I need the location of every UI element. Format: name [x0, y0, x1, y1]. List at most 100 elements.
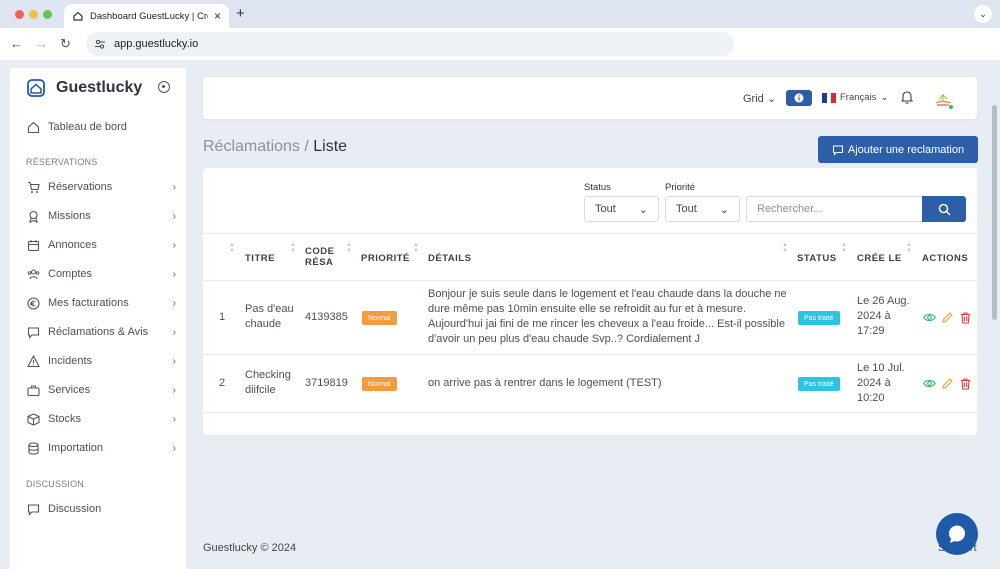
breadcrumb-parent[interactable]: Réclamations / [203, 138, 309, 155]
sidebar-item-incidents[interactable]: Incidents › [26, 350, 176, 372]
info-icon [794, 93, 804, 103]
row-titre-line2: diifcile [245, 384, 276, 396]
window-minimize-dot[interactable] [29, 10, 38, 19]
address-bar: ← → ↻ app.guestlucky.io [0, 28, 1000, 60]
home-icon [26, 120, 40, 134]
search-input[interactable] [746, 196, 923, 222]
sort-icon[interactable]: ▲ ▼ [841, 242, 849, 254]
sidebar-item-comptes[interactable]: Comptes › [26, 263, 176, 285]
tab-list-icon[interactable]: ⌄ [974, 5, 992, 23]
layout-dropdown[interactable]: Grid ⌄ [743, 92, 776, 105]
row-date-line2: 2024 à [857, 377, 891, 389]
row-cree-le: Le 10 Jul. 2024 à 10:20 [857, 361, 905, 406]
row-details-line1: Bonjour je suis seule dans le logement e… [428, 288, 787, 300]
page-title: Liste [313, 138, 348, 155]
chevron-right-icon: › [172, 384, 176, 396]
edit-icon[interactable] [941, 377, 954, 393]
section-reservations: RÉSERVATIONS [26, 157, 98, 167]
sidebar-item-dashboard[interactable]: Tableau de bord [26, 116, 176, 138]
sidebar-item-annonces[interactable]: Annonces › [26, 234, 176, 256]
tab-close-icon[interactable]: × [214, 9, 221, 23]
url-field[interactable]: app.guestlucky.io [86, 32, 734, 56]
row-details-line2: dure même pas 10min ensuite elle se refr… [428, 303, 746, 315]
chevron-right-icon: › [172, 181, 176, 193]
eye-icon[interactable] [923, 377, 936, 393]
chevron-right-icon: › [172, 326, 176, 338]
breadcrumb: Réclamations / Liste [203, 138, 347, 156]
sidebar-item-reservations[interactable]: Réservations › [26, 176, 176, 198]
site-settings-icon[interactable] [94, 38, 106, 50]
status-badge: Pas traité [798, 311, 840, 325]
search-icon [938, 203, 951, 216]
col-header-priorite[interactable]: PRIORITÉ [361, 253, 410, 264]
row-titre-line1: Pas d'eau [245, 303, 294, 315]
row-date-line1: Le 10 Jul. [857, 362, 905, 374]
sort-icon[interactable]: ▲ ▼ [782, 242, 790, 254]
award-icon [26, 209, 40, 223]
sidebar-item-importation[interactable]: Importation › [26, 437, 176, 459]
message-icon [26, 325, 40, 339]
col-header-code-resa[interactable]: CODE RÉSA [305, 246, 334, 268]
table-divider [203, 233, 977, 234]
row-titre: Pas d'eau chaude [245, 302, 294, 332]
sort-icon[interactable]: ▲ ▼ [346, 242, 354, 254]
new-tab-icon[interactable]: + [236, 5, 245, 22]
window-close-dot[interactable] [15, 10, 24, 19]
sidebar-item-label: Réclamations & Avis [48, 326, 149, 338]
sidebar-item-stocks[interactable]: Stocks › [26, 408, 176, 430]
browser-tab[interactable]: Dashboard GuestLucky | Cre × [64, 4, 229, 28]
row-actions [923, 377, 972, 393]
box-icon [26, 412, 40, 426]
reload-icon[interactable]: ↻ [60, 36, 71, 52]
sidebar-item-services[interactable]: Services › [26, 379, 176, 401]
chevron-right-icon: › [172, 297, 176, 309]
col-header-titre[interactable]: TITRE [245, 253, 275, 264]
row-actions [923, 311, 972, 327]
tab-bar: Dashboard GuestLucky | Cre × + ⌄ [0, 0, 1000, 28]
french-flag-icon [822, 92, 837, 103]
window-maximize-dot[interactable] [43, 10, 52, 19]
sidebar-item-missions[interactable]: Missions › [26, 205, 176, 227]
add-reclamation-button[interactable]: Ajouter une reclamation [818, 136, 978, 163]
scrollbar[interactable] [992, 105, 997, 320]
sidebar-item-label: Tableau de bord [48, 121, 127, 133]
trash-icon[interactable] [959, 377, 972, 393]
back-icon[interactable]: ← [10, 36, 23, 51]
sidebar-item-label: Services [48, 384, 91, 396]
trash-icon[interactable] [959, 311, 972, 327]
search-button[interactable] [922, 196, 966, 222]
row-details-line3: Aujourd'hui jai fini de me rincer les ch… [428, 318, 785, 330]
col-header-cree-le[interactable]: CRÉE LE [857, 253, 902, 264]
sort-icon[interactable]: ▲ ▼ [413, 242, 421, 254]
col-header-status[interactable]: STATUS [797, 253, 837, 264]
chat-icon [949, 525, 965, 543]
sidebar-item-facturations[interactable]: Mes facturations › [26, 292, 176, 314]
sort-icon[interactable]: ▲ ▼ [290, 242, 298, 254]
forward-icon[interactable]: → [35, 36, 48, 51]
language-dropdown[interactable]: Français ⌄ [822, 92, 888, 103]
online-status-dot [948, 104, 954, 110]
chevron-down-icon: ⌄ [638, 203, 648, 216]
sidebar-item-reclamations[interactable]: Réclamations & Avis › [26, 321, 176, 343]
chevron-right-icon: › [172, 239, 176, 251]
sidebar-item-label: Discussion [48, 503, 102, 515]
sort-icon[interactable]: ▲ ▼ [906, 242, 914, 254]
status-badge: Pas traité [798, 377, 840, 391]
info-button[interactable] [786, 90, 812, 106]
briefcase-icon [26, 383, 40, 397]
bell-icon[interactable] [899, 89, 915, 108]
sidebar-toggle-icon[interactable] [158, 81, 170, 93]
tab-favicon-icon [73, 11, 83, 21]
edit-icon[interactable] [941, 311, 954, 327]
sort-icon[interactable]: ▲ ▼ [229, 242, 237, 254]
priority-filter-select[interactable]: Tout ⌄ [665, 196, 740, 222]
language-label: Français [840, 92, 877, 103]
status-filter-select[interactable]: Tout ⌄ [584, 196, 659, 222]
chat-widget-button[interactable] [936, 513, 978, 555]
row-details-line4: d'avoir un peu plus d'eau chaude Svp..? … [428, 333, 701, 345]
brand[interactable]: Guestlucky [26, 78, 142, 98]
sidebar-item-discussion[interactable]: Discussion [26, 498, 176, 520]
sidebar-item-label: Importation [48, 442, 104, 454]
eye-icon[interactable] [923, 311, 936, 327]
col-header-details[interactable]: DÉTAILS [428, 253, 471, 264]
